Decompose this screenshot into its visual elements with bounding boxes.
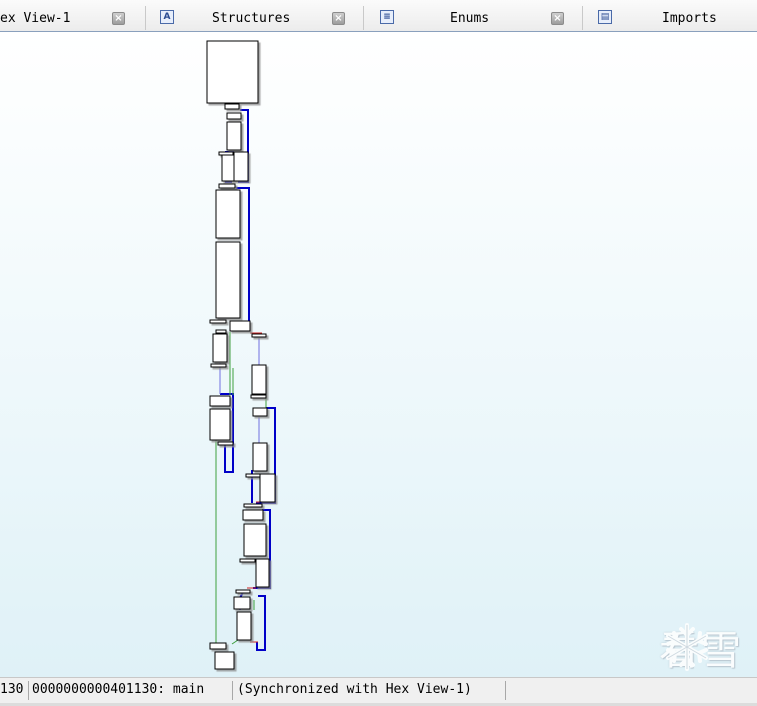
flow-graph[interactable]: [0, 32, 757, 677]
graph-node: [233, 596, 251, 610]
close-icon[interactable]: ×: [551, 12, 564, 25]
graph-node: [215, 329, 227, 334]
close-icon[interactable]: ×: [332, 12, 345, 25]
imports-icon: ▤: [598, 10, 612, 24]
tab-hex-view-label: ex View-1: [0, 11, 71, 26]
graph-node: [236, 611, 252, 641]
status-divider: [28, 681, 29, 700]
graph-node: [212, 333, 228, 363]
structures-icon: A: [160, 10, 174, 24]
snowflake-icon: [666, 623, 708, 671]
tab-enums[interactable]: ≡ Enums ×: [364, 6, 583, 30]
graph-node: [209, 408, 231, 441]
graph-node: [243, 523, 267, 557]
graph-node: [229, 320, 251, 332]
graph-node: [250, 394, 267, 399]
graph-node: [209, 642, 227, 650]
graph-edge: [256, 595, 266, 651]
graph-node-exit: [214, 651, 235, 670]
graph-edge: [231, 639, 239, 645]
tab-structures[interactable]: A Structures ×: [146, 6, 364, 30]
graph-node: [245, 473, 261, 478]
tab-hex-view[interactable]: ex View-1 ×: [0, 6, 146, 30]
status-divider: [505, 681, 506, 700]
graph-node: [255, 558, 270, 588]
graph-node: [235, 589, 251, 594]
graph-node: [210, 363, 227, 368]
tab-imports-label: Imports: [662, 11, 717, 26]
enums-icon: ≡: [380, 10, 394, 24]
tab-structures-label: Structures: [212, 11, 291, 26]
graph-node: [226, 121, 242, 151]
status-divider: [232, 681, 233, 700]
graph-node-entry: [206, 40, 259, 104]
graph-node: [221, 154, 235, 182]
graph-node: [217, 441, 234, 446]
tab-enums-label: Enums: [450, 11, 490, 26]
graph-node: [209, 395, 231, 407]
close-icon[interactable]: ×: [112, 12, 125, 25]
graph-node: [243, 503, 263, 508]
graph-node: [226, 112, 242, 120]
graph-node: [215, 241, 241, 319]
graph-node: [209, 319, 227, 324]
graph-node: [218, 183, 236, 189]
status-bar: 130 0000000000401130: main (Synchronized…: [0, 677, 757, 706]
status-location: 0000000000401130: main: [32, 682, 205, 697]
graph-node: [239, 558, 256, 563]
graph-node: [259, 473, 276, 503]
graph-node: [251, 364, 267, 395]
graph-node: [215, 189, 241, 239]
graph-node: [251, 333, 267, 338]
graph-node: [233, 151, 249, 182]
graph-node: [252, 407, 268, 417]
status-address-fragment: 130: [0, 682, 24, 697]
graph-node: [242, 509, 264, 521]
graph-node: [224, 103, 240, 110]
tab-bar: ex View-1 × A Structures × ≡ Enums × ▤ I…: [0, 0, 757, 32]
tab-imports[interactable]: ▤ Imports: [583, 6, 757, 30]
watermark: 看雪: [659, 621, 743, 674]
graph-overview[interactable]: 看雪: [0, 32, 757, 677]
graph-node: [252, 442, 268, 472]
status-sync: (Synchronized with Hex View-1): [237, 682, 472, 697]
graph-nodes[interactable]: [206, 40, 276, 670]
